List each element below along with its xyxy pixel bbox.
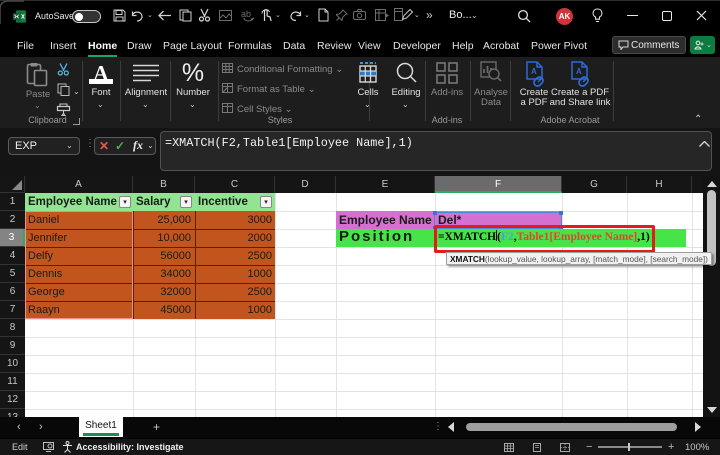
svg-text:A: A bbox=[576, 67, 582, 76]
svg-text:A: A bbox=[531, 67, 537, 76]
